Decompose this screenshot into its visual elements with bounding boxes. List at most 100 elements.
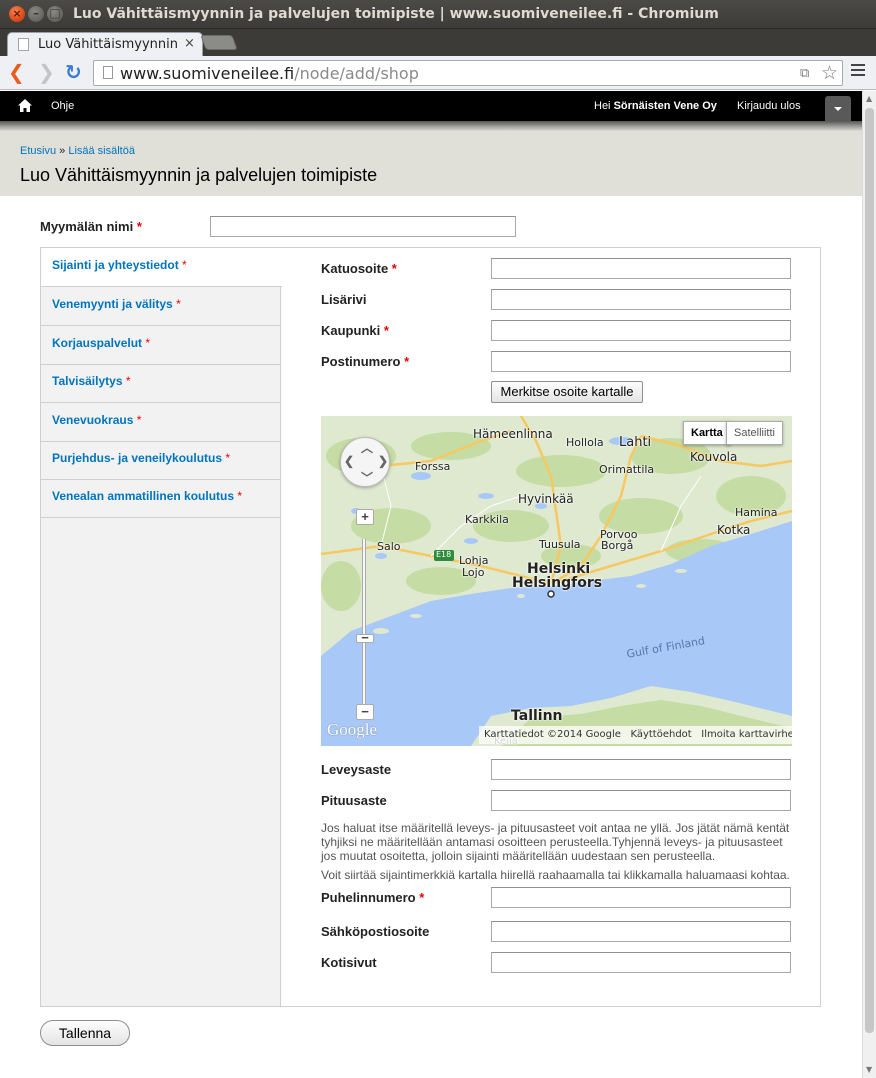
email-label: Sähköpostiosoite — [321, 924, 430, 939]
bookmark-star-icon[interactable]: ☆ — [821, 62, 838, 84]
postal-code-label: Postinumero * — [321, 354, 410, 369]
map-label-orimattila: Orimattila — [599, 463, 655, 476]
zoom-slider-handle[interactable]: − — [356, 631, 374, 644]
tab-title: Luo Vähittäismyynnin — [38, 37, 178, 52]
window-title: Luo Vähittäismyynnin ja palvelujen toimi… — [73, 6, 719, 22]
window-maximize-button[interactable]: □ — [47, 6, 63, 22]
scrollbar-thumb[interactable] — [865, 108, 874, 1033]
map-label-forssa: Forssa — [415, 460, 451, 473]
map-label-hamina: Hamina — [735, 506, 778, 519]
user-name-link[interactable]: Sörnäisten Vene Oy — [614, 100, 717, 112]
browser-menu-icon[interactable] — [851, 64, 865, 79]
toolbar-drawer-toggle[interactable] — [825, 96, 851, 121]
pan-down-icon[interactable]: ﹀ — [361, 469, 373, 486]
map-data-attribution: Karttatiedot ©2014 Google — [484, 729, 621, 740]
vtab-repair-services[interactable]: Korjauspalvelut * — [41, 326, 281, 365]
minimize-icon: – — [33, 6, 39, 20]
toolbar-shadow — [0, 121, 862, 131]
map-label-tallinn: Tallinn — [511, 708, 563, 724]
marker-help-text: Voit siirtää sijaintimerkkiä kartalla hi… — [321, 868, 790, 882]
map-pan-control[interactable]: ︿ ﹀ ❮ ❯ — [340, 437, 390, 487]
map-terms-link[interactable]: Käyttöehdot — [630, 729, 691, 740]
map-label-hyvinkaa: Hyvinkää — [518, 492, 574, 506]
tab-strip: Luo Vähittäismyynnin × — [0, 29, 876, 56]
shop-name-input[interactable] — [210, 216, 516, 237]
map-label-lahti: Lahti — [619, 435, 652, 450]
vtab-location-contact[interactable]: Sijainti ja yhteystiedot * — [41, 248, 282, 287]
latitude-input[interactable] — [491, 759, 791, 780]
main-content: Myymälän nimi * Sijainti ja yhteystiedot… — [0, 196, 862, 1078]
greeting: Hei Sörnäisten Vene Oy — [594, 100, 717, 112]
forward-arrow-icon[interactable]: ❯ — [38, 61, 55, 83]
zoom-out-button[interactable]: − — [356, 704, 374, 720]
city-label: Kaupunki * — [321, 323, 389, 338]
zoom-slider-track[interactable] — [362, 539, 366, 712]
vtab-boat-sales[interactable]: Venemyynti ja välitys * — [41, 287, 281, 326]
map-label-tuusula: Tuusula — [539, 538, 581, 551]
map-label-salo: Salo — [377, 540, 401, 553]
tab-close-icon[interactable]: × — [184, 36, 195, 51]
longitude-input[interactable] — [491, 790, 791, 811]
map-type-map-button[interactable]: Kartta — [683, 421, 731, 445]
email-input[interactable] — [491, 921, 791, 942]
browser-tab[interactable]: Luo Vähittäismyynnin × — [7, 32, 203, 56]
phone-input[interactable] — [491, 887, 791, 908]
url-text[interactable]: www.suomiveneilee.fi/node/add/shop — [120, 64, 419, 83]
vtab-boat-rental[interactable]: Venevuokraus * — [41, 403, 281, 442]
map-label-kotka: Kotka — [717, 523, 751, 537]
map-label-hollola: Hollola — [566, 436, 604, 449]
street-input[interactable] — [491, 258, 791, 279]
map-label-helsingfors: Helsingfors — [512, 575, 603, 591]
scroll-down-icon[interactable]: ▼ — [866, 1065, 872, 1074]
browser-toolbar: ❮ ❯ ↻ www.suomiveneilee.fi/node/add/shop… — [0, 56, 876, 90]
page-header: Etusivu » Lisää sisältöä Luo Vähittäismy… — [0, 131, 862, 196]
url-host: www.suomiveneilee.fi — [120, 64, 295, 83]
help-link[interactable]: Ohje — [51, 100, 74, 112]
breadcrumb-home-link[interactable]: Etusivu — [20, 145, 56, 157]
pan-left-icon[interactable]: ❮ — [344, 454, 354, 468]
reload-icon[interactable]: ↻ — [65, 61, 82, 83]
window-close-button[interactable]: × — [9, 6, 25, 22]
page-favicon-icon — [18, 38, 29, 51]
vtab-winter-storage[interactable]: Talvisäilytys * — [41, 364, 281, 403]
pan-right-icon[interactable]: ❯ — [378, 454, 388, 468]
breadcrumb-separator: » — [59, 145, 66, 157]
save-button[interactable]: Tallenna — [40, 1020, 130, 1046]
map-label-kouvola: Kouvola — [690, 450, 738, 464]
address-bar[interactable]: www.suomiveneilee.fi/node/add/shop ⧉ ☆ — [93, 60, 843, 86]
homepage-input[interactable] — [491, 952, 791, 973]
city-input[interactable] — [491, 320, 791, 341]
extra-line-label: Lisärivi — [321, 292, 367, 307]
new-tab-button[interactable] — [200, 35, 238, 50]
translate-icon[interactable]: ⧉ — [800, 66, 809, 81]
map-label-karkkila: Karkkila — [465, 513, 509, 526]
zoom-in-button[interactable]: + — [356, 509, 374, 525]
back-arrow-icon[interactable]: ❮ — [8, 61, 25, 83]
vtab-sailing-training[interactable]: Purjehdus- ja veneilykoulutus * — [41, 441, 281, 480]
map-label-borga: Borgå — [601, 539, 634, 552]
page-title: Luo Vähittäismyynnin ja palvelujen toimi… — [20, 165, 378, 185]
window-titlebar: × – □ Luo Vähittäismyynnin ja palvelujen… — [0, 0, 876, 29]
map-type-satellite-button[interactable]: Satelliitti — [726, 421, 783, 445]
google-logo[interactable]: Google — [327, 720, 377, 740]
page-scrollbar[interactable]: ▲ ▼ — [862, 91, 876, 1078]
street-label: Katuosoite * — [321, 261, 397, 276]
longitude-label: Pituusaste — [321, 793, 387, 808]
page-icon — [103, 66, 113, 79]
maximize-icon: □ — [49, 6, 61, 20]
extra-line-input[interactable] — [491, 289, 791, 310]
logout-link[interactable]: Kirjaudu ulos — [737, 100, 801, 112]
map-report-error-link[interactable]: Ilmoita karttavirheestä — [701, 729, 792, 740]
postal-code-input[interactable] — [491, 351, 791, 372]
home-icon[interactable] — [18, 99, 32, 112]
vtab-vocational-training[interactable]: Venealan ammatillinen koulutus * — [41, 479, 281, 518]
location-map[interactable]: Hämeenlinna Hollola Lahti Kouvola Forssa… — [321, 416, 792, 746]
geocode-button[interactable]: Merkitse osoite kartalle — [491, 381, 643, 403]
greeting-prefix: Hei — [594, 100, 611, 112]
vertical-tab-list: Sijainti ja yhteystiedot * Venemyynti ja… — [41, 248, 282, 1006]
latitude-label: Leveysaste — [321, 762, 392, 777]
window-minimize-button[interactable]: – — [28, 6, 44, 22]
breadcrumb-add-content-link[interactable]: Lisää sisältöä — [68, 145, 135, 157]
scroll-up-icon[interactable]: ▲ — [866, 94, 872, 103]
pan-up-icon[interactable]: ︿ — [361, 439, 373, 456]
